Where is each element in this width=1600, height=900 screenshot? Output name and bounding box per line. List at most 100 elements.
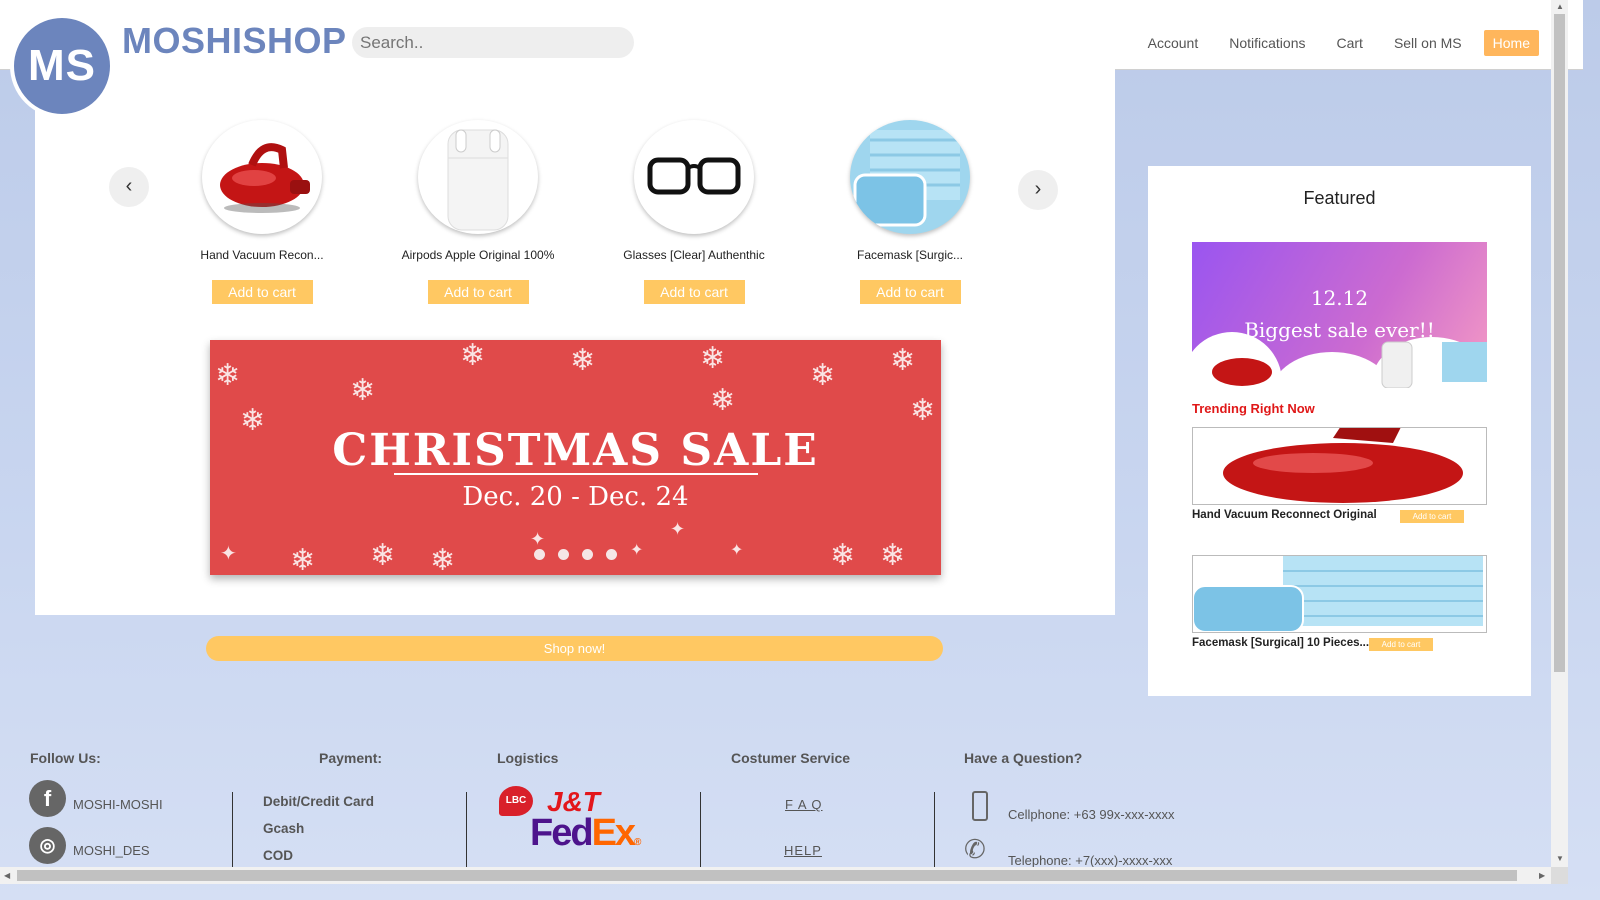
product-name[interactable]: Airpods Apple Original 100%: [378, 248, 578, 262]
logo[interactable]: MS: [10, 14, 114, 118]
trending-facemask-image[interactable]: [1192, 555, 1487, 633]
promo-banner[interactable]: 12.12 Biggest sale ever!!: [1192, 242, 1487, 388]
add-to-cart-button[interactable]: Add to cart: [427, 280, 529, 304]
follow-heading: Follow Us:: [30, 750, 101, 766]
add-to-cart-button[interactable]: Add to cart: [643, 280, 745, 304]
horizontal-scroll-thumb[interactable]: [17, 870, 1517, 881]
nav-home-button[interactable]: Home: [1483, 30, 1539, 56]
svg-text:❄: ❄: [810, 358, 835, 393]
facebook-handle[interactable]: MOSHI-MOSHI: [73, 797, 163, 812]
product-name[interactable]: Facemask [Surgic...: [810, 248, 1010, 262]
scroll-left-icon[interactable]: ◀: [4, 871, 10, 880]
footer-divider: [934, 792, 935, 867]
product-card: Glasses [Clear] Authenthic Add to cart: [594, 120, 794, 304]
trending-label: Trending Right Now: [1192, 401, 1315, 416]
pagination-dot[interactable]: [582, 549, 593, 560]
carousel-prev-button[interactable]: ‹: [109, 167, 149, 207]
add-to-cart-button[interactable]: Add to cart: [1400, 510, 1464, 523]
logistics-heading: Logistics: [497, 750, 559, 766]
svg-text:✦: ✦: [730, 540, 743, 559]
vertical-scrollbar[interactable]: ▲ ▼: [1551, 0, 1568, 867]
trending-item-name[interactable]: Facemask [Surgical] 10 Pieces...: [1192, 637, 1369, 649]
add-to-cart-button[interactable]: Add to cart: [211, 280, 313, 304]
featured-title: Featured: [1303, 188, 1376, 208]
fedex-logo: FedEx®: [530, 812, 642, 854]
payment-heading: Payment:: [319, 750, 383, 766]
cellphone-icon: [972, 791, 988, 821]
vertical-scroll-thumb[interactable]: [1554, 14, 1565, 672]
payment-gcash: Gcash: [263, 821, 305, 836]
trending-item-name[interactable]: Hand Vacuum Reconnect Original: [1192, 509, 1377, 521]
scrollbar-corner: [1551, 867, 1568, 884]
svg-text:❄: ❄: [430, 543, 455, 575]
nav-cart[interactable]: Cart: [1336, 35, 1362, 51]
top-nav: Account Notifications Cart Sell on MS Ho…: [1117, 30, 1539, 56]
instagram-handle[interactable]: MOSHI_DES: [73, 843, 150, 858]
payment-card: Debit/Credit Card: [263, 794, 375, 809]
scroll-down-icon[interactable]: ▼: [1556, 854, 1564, 863]
instagram-icon[interactable]: ◎: [29, 827, 66, 864]
footer-divider: [700, 792, 701, 867]
facemask-image[interactable]: [850, 120, 970, 234]
svg-text:✦: ✦: [630, 540, 643, 559]
svg-text:✦: ✦: [220, 541, 237, 565]
question-heading: Have a Question?: [964, 750, 1083, 766]
svg-text:❄: ❄: [570, 343, 595, 378]
svg-text:❄: ❄: [460, 340, 485, 373]
horizontal-scrollbar[interactable]: ◀ ▶: [0, 867, 1551, 884]
airpods-image[interactable]: [418, 120, 538, 234]
nav-notifications[interactable]: Notifications: [1229, 35, 1305, 51]
search-input[interactable]: [352, 27, 634, 58]
scroll-right-icon[interactable]: ▶: [1539, 871, 1545, 880]
carousel-next-button[interactable]: ›: [1018, 170, 1058, 210]
facebook-icon[interactable]: f: [29, 780, 66, 817]
service-heading: Costumer Service: [731, 750, 851, 766]
telephone-icon: ✆: [964, 834, 986, 864]
pagination-dot[interactable]: [534, 549, 545, 560]
banner-pagination: [534, 549, 630, 560]
product-card: Airpods Apple Original 100% Add to cart: [378, 120, 578, 304]
svg-text:❄: ❄: [880, 538, 905, 573]
top-header: MOSHISHOP Account Notifications Cart Sel…: [0, 0, 1583, 70]
glasses-image[interactable]: [634, 120, 754, 234]
pagination-dot[interactable]: [558, 549, 569, 560]
footer-divider: [466, 792, 467, 867]
svg-text:❄: ❄: [290, 543, 315, 575]
svg-text:❄: ❄: [890, 343, 915, 378]
scroll-up-icon[interactable]: ▲: [1556, 2, 1564, 11]
product-name[interactable]: Glasses [Clear] Authenthic: [594, 248, 794, 262]
svg-text:❄: ❄: [370, 538, 395, 573]
promo-line2: Biggest sale ever!!: [1244, 318, 1435, 342]
vacuum-image[interactable]: [202, 120, 322, 234]
lbc-logo: LBC: [499, 786, 533, 816]
nav-account[interactable]: Account: [1148, 35, 1199, 51]
add-to-cart-button[interactable]: Add to cart: [859, 280, 961, 304]
promo-line1: 12.12: [1310, 286, 1369, 310]
brand-name[interactable]: MOSHISHOP: [122, 20, 347, 62]
svg-text:❄: ❄: [350, 373, 375, 408]
help-link[interactable]: HELP: [784, 843, 822, 858]
christmas-sale-banner[interactable]: ❄ ❄ ❄ ❄ ❄ ❄ ❄ ❄ ❄ ❄ ❄ ❄ ❄ ❄ ❄ ✦ ✦ ✦ ✦ ✦ CHRISTMAS SA…: [210, 340, 941, 575]
svg-text:✦: ✦: [530, 529, 545, 550]
nav-sell[interactable]: Sell on MS: [1394, 35, 1462, 51]
svg-text:❄: ❄: [830, 538, 855, 573]
product-name[interactable]: Hand Vacuum Recon...: [162, 248, 362, 262]
banner-title: CHRISTMAS SALE: [332, 425, 819, 476]
trending-vacuum-image[interactable]: [1192, 427, 1487, 505]
shop-now-button[interactable]: Shop now!: [206, 636, 943, 661]
banner-dates: Dec. 20 - Dec. 24: [462, 482, 689, 512]
telephone-number: Telephone: +7(xxx)-xxxx-xxx: [1008, 853, 1173, 868]
svg-text:❄: ❄: [710, 383, 735, 418]
svg-text:❄: ❄: [215, 358, 240, 393]
main-panel: ‹ › Hand Vacuum Recon... Add to cart Air…: [35, 69, 1115, 615]
featured-panel: Featured 12.12 Biggest sale ever!! Trend…: [1148, 166, 1531, 696]
product-card: Facemask [Surgic... Add to cart: [810, 120, 1010, 304]
svg-text:✦: ✦: [670, 519, 685, 540]
pagination-dot[interactable]: [606, 549, 617, 560]
svg-text:❄: ❄: [700, 341, 725, 376]
promo-text: 12.12 Biggest sale ever!!: [1192, 282, 1487, 346]
faq-link[interactable]: F A Q: [785, 797, 823, 812]
add-to-cart-button[interactable]: Add to cart: [1369, 638, 1433, 651]
payment-cod: COD: [263, 848, 293, 863]
footer-divider: [232, 792, 233, 867]
